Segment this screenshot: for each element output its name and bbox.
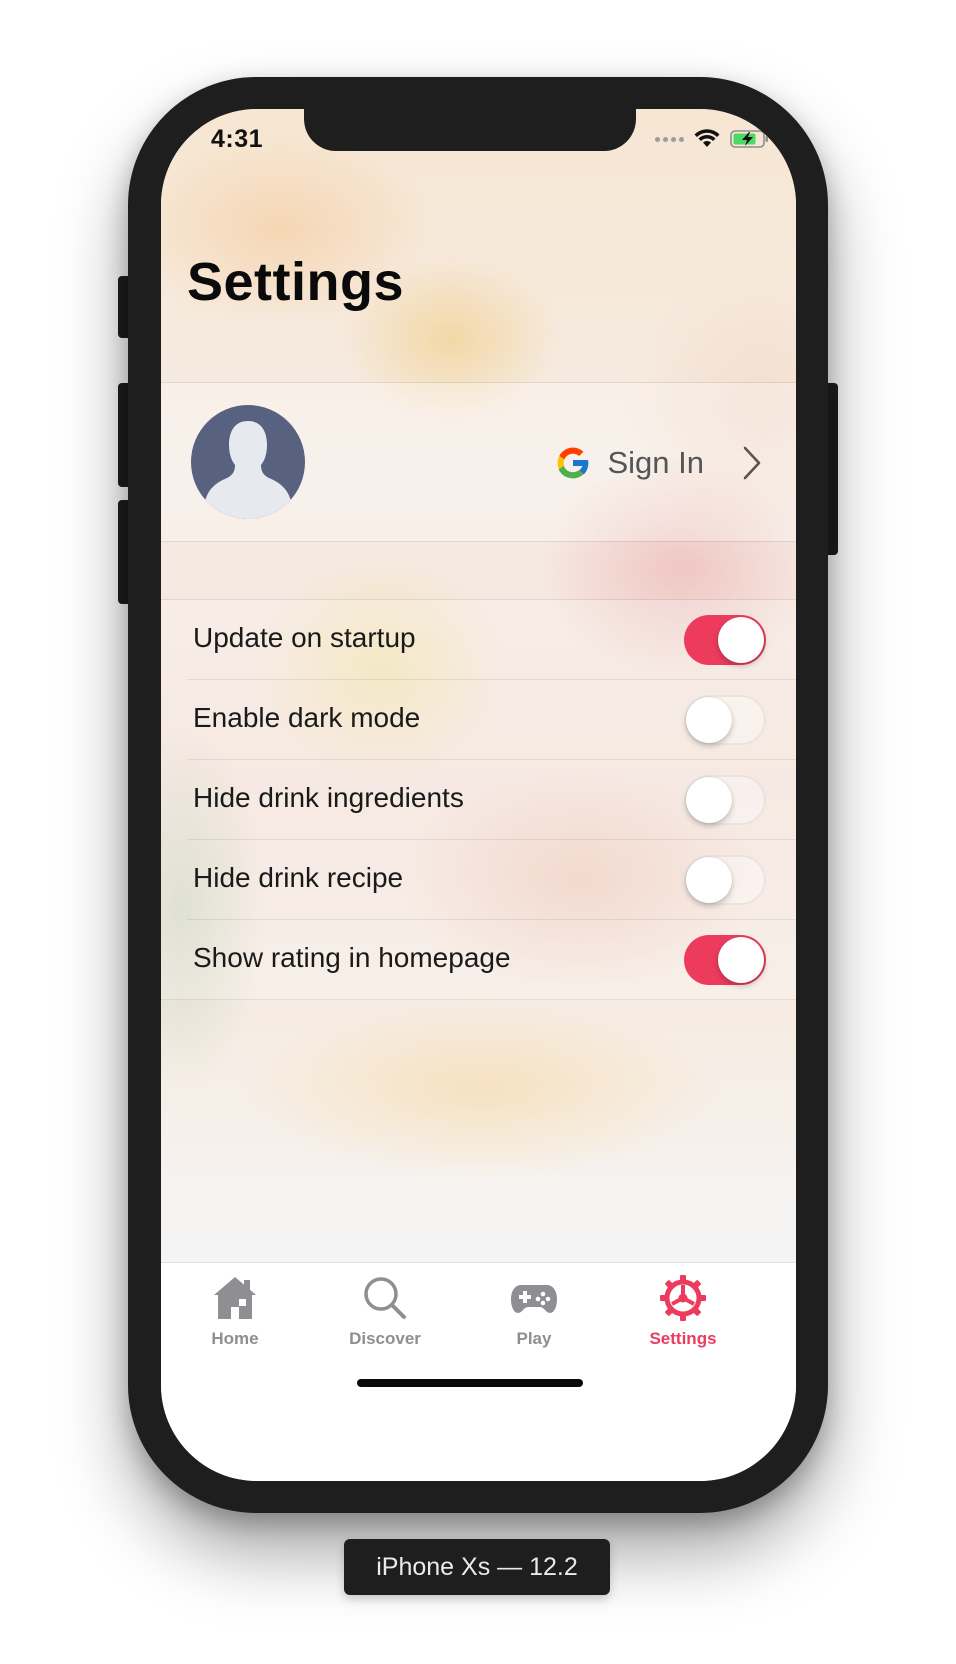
sign-in-label: Sign In <box>607 445 704 480</box>
tab-label: Settings <box>649 1329 717 1348</box>
setting-label: Enable dark mode <box>193 702 421 733</box>
hide-drink-ingredients-toggle[interactable] <box>684 775 766 825</box>
wifi-icon <box>694 129 720 147</box>
status-time: 4:31 <box>211 125 264 153</box>
settings-bottom-separator <box>161 999 796 1000</box>
settings-list: Update on startup Enable dark mode Hide … <box>161 600 796 1000</box>
update-on-startup-toggle[interactable] <box>684 615 766 665</box>
setting-row-update-on-startup: Update on startup <box>161 600 796 680</box>
setting-label: Hide drink ingredients <box>193 782 464 813</box>
tab-label: Discover <box>349 1329 421 1348</box>
tab-play[interactable]: Play <box>474 1273 594 1349</box>
toggle-knob <box>718 937 764 983</box>
chevron-right-icon <box>743 446 761 480</box>
tab-bar: Home Discover Play Settings <box>161 1262 796 1481</box>
tab-settings[interactable]: Settings <box>623 1273 743 1349</box>
toggle-knob <box>686 697 732 743</box>
page-title: Settings <box>187 252 405 312</box>
setting-row-hide-drink-ingredients: Hide drink ingredients <box>161 760 796 840</box>
cellular-signal-icon <box>655 136 684 142</box>
google-icon <box>558 447 590 479</box>
profile-row[interactable]: Sign In <box>161 383 796 541</box>
gamepad-icon <box>511 1285 557 1313</box>
simulator-stage: 4:31 Settings Sign In Update on startup … <box>0 0 956 1664</box>
setting-label: Hide drink recipe <box>193 862 404 893</box>
toggle-knob <box>686 777 732 823</box>
toggle-knob <box>686 857 732 903</box>
battery-charging-icon <box>730 130 768 148</box>
hide-drink-recipe-toggle[interactable] <box>684 855 766 905</box>
person-placeholder-icon <box>191 405 305 519</box>
tab-discover[interactable]: Discover <box>325 1273 445 1349</box>
home-indicator[interactable] <box>357 1379 583 1387</box>
tab-home[interactable]: Home <box>175 1273 295 1349</box>
status-indicators <box>655 129 770 149</box>
tab-label: Play <box>516 1329 552 1348</box>
setting-row-hide-drink-recipe: Hide drink recipe <box>161 840 796 920</box>
device-name-label: iPhone Xs — 12.2 <box>344 1539 610 1595</box>
tab-label: Home <box>211 1329 259 1348</box>
setting-row-enable-dark-mode: Enable dark mode <box>161 680 796 760</box>
google-sign-in-button[interactable]: Sign In <box>553 423 762 503</box>
show-rating-in-homepage-toggle[interactable] <box>684 935 766 985</box>
setting-label: Show rating in homepage <box>193 942 511 973</box>
profile-bottom-separator <box>161 541 796 542</box>
device-screen: 4:31 Settings Sign In Update on startup … <box>161 109 796 1481</box>
search-icon <box>364 1277 406 1319</box>
gear-icon <box>660 1275 706 1321</box>
setting-label: Update on startup <box>193 622 416 653</box>
device-notch <box>304 109 636 151</box>
toggle-knob <box>718 617 764 663</box>
home-icon <box>214 1277 256 1319</box>
enable-dark-mode-toggle[interactable] <box>684 695 766 745</box>
setting-row-show-rating-in-homepage: Show rating in homepage <box>161 920 796 1000</box>
